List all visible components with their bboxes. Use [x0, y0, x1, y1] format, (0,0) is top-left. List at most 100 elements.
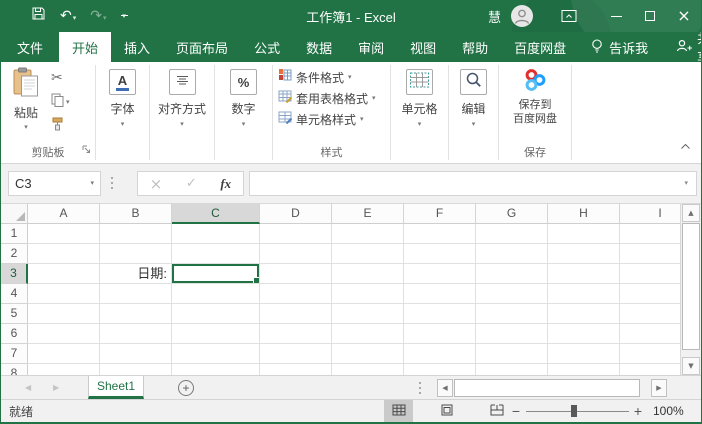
column-header-H[interactable]: H [548, 204, 620, 224]
row-header-7[interactable]: 7 [1, 344, 28, 364]
cell-H1[interactable] [548, 224, 620, 244]
cell-C1[interactable] [172, 224, 260, 244]
tab-help[interactable]: 帮助 [449, 32, 501, 62]
column-header-A[interactable]: A [28, 204, 100, 224]
vertical-scrollbar-thumb[interactable] [682, 223, 700, 350]
scroll-up-icon[interactable]: ▲ [682, 204, 700, 222]
zoom-slider-track[interactable] [526, 411, 629, 412]
font-group-button[interactable]: A 字体 ▾ [96, 62, 149, 163]
tab-review[interactable]: 审阅 [345, 32, 397, 62]
normal-view-button[interactable] [384, 400, 413, 422]
tell-me-box[interactable]: 告诉我 [579, 32, 660, 62]
cell-D8[interactable] [260, 364, 332, 375]
tab-view[interactable]: 视图 [397, 32, 449, 62]
cell-B6[interactable] [100, 324, 172, 344]
sheet-nav-left-icon[interactable]: ◀ [25, 376, 31, 399]
number-group-button[interactable]: % 数字 ▾ [215, 62, 272, 163]
zoom-out-button[interactable]: − [509, 400, 523, 422]
cell-G6[interactable] [476, 324, 548, 344]
cell-G4[interactable] [476, 284, 548, 304]
alignment-group-button[interactable]: 对齐方式 ▾ [150, 62, 214, 163]
cell-E6[interactable] [332, 324, 404, 344]
cell-D3[interactable] [260, 264, 332, 284]
cell-H2[interactable] [548, 244, 620, 264]
cell-F6[interactable] [404, 324, 476, 344]
scroll-right-icon[interactable]: ▶ [651, 379, 667, 397]
cell-F4[interactable] [404, 284, 476, 304]
cell-F3[interactable] [404, 264, 476, 284]
cell-H3[interactable] [548, 264, 620, 284]
cell-H6[interactable] [548, 324, 620, 344]
minimize-button[interactable] [599, 0, 633, 32]
format-as-table-button[interactable]: 套用表格格式 ▾ [273, 88, 390, 109]
cell-D1[interactable] [260, 224, 332, 244]
name-box[interactable]: C3 ▾ [8, 171, 101, 196]
tab-home[interactable]: 开始 [59, 32, 111, 62]
cell-C2[interactable] [172, 244, 260, 264]
tab-data[interactable]: 数据 [293, 32, 345, 62]
clipboard-dialog-launcher-icon[interactable] [82, 141, 91, 159]
redo-button[interactable]: ↷▾ [90, 7, 106, 25]
cell-F8[interactable] [404, 364, 476, 375]
cell-H8[interactable] [548, 364, 620, 375]
cell-D5[interactable] [260, 304, 332, 324]
cell-E3[interactable] [332, 264, 404, 284]
cell-A1[interactable] [28, 224, 100, 244]
cell-C5[interactable] [172, 304, 260, 324]
cell-G3[interactable] [476, 264, 548, 284]
close-button[interactable]: × [667, 0, 701, 32]
cell-D7[interactable] [260, 344, 332, 364]
scroll-down-icon[interactable]: ▼ [682, 357, 700, 375]
copy-button[interactable]: ▾ [51, 92, 70, 112]
tab-baidu-netdisk[interactable]: 百度网盘 [501, 32, 579, 62]
cell-G2[interactable] [476, 244, 548, 264]
cell-H4[interactable] [548, 284, 620, 304]
column-header-G[interactable]: G [476, 204, 548, 224]
cell-styles-button[interactable]: 单元格样式 ▾ [273, 109, 390, 130]
share-button[interactable]: 共享 [660, 32, 702, 62]
row-header-5[interactable]: 5 [1, 304, 28, 324]
cell-A7[interactable] [28, 344, 100, 364]
row-header-8[interactable]: 8 [1, 364, 28, 375]
cell-D6[interactable] [260, 324, 332, 344]
cell-B2[interactable] [100, 244, 172, 264]
tab-file[interactable]: 文件 [1, 32, 59, 62]
formula-bar-drag-handle[interactable] [111, 177, 113, 190]
row-header-6[interactable]: 6 [1, 324, 28, 344]
page-layout-view-button[interactable] [432, 400, 461, 422]
cell-D2[interactable] [260, 244, 332, 264]
formula-bar-input[interactable]: ▾ [249, 171, 697, 196]
avatar[interactable] [511, 5, 533, 27]
sheet-nav-right-icon[interactable]: ▶ [53, 376, 59, 399]
cut-button[interactable]: ✂ [51, 68, 70, 88]
cell-E8[interactable] [332, 364, 404, 375]
zoom-level[interactable]: 100% [653, 400, 684, 422]
cell-A4[interactable] [28, 284, 100, 304]
row-header-3[interactable]: 3 [1, 264, 28, 284]
cell-B4[interactable] [100, 284, 172, 304]
column-header-F[interactable]: F [404, 204, 476, 224]
row-header-4[interactable]: 4 [1, 284, 28, 304]
scroll-left-icon[interactable]: ◀ [437, 379, 453, 397]
customize-qat-button[interactable]: ▾ [121, 15, 128, 17]
save-icon[interactable] [31, 6, 46, 26]
ribbon-display-options-icon[interactable] [561, 9, 577, 23]
save-to-baidu-button[interactable]: 保存到百度网盘 [499, 67, 571, 127]
cell-F1[interactable] [404, 224, 476, 244]
cell-C7[interactable] [172, 344, 260, 364]
column-header-D[interactable]: D [260, 204, 332, 224]
vertical-scrollbar[interactable]: ▲ ▼ [680, 204, 701, 375]
maximize-button[interactable] [633, 0, 667, 32]
cell-B5[interactable] [100, 304, 172, 324]
undo-caret-icon[interactable]: ▾ [73, 15, 77, 22]
cell-E4[interactable] [332, 284, 404, 304]
cell-E1[interactable] [332, 224, 404, 244]
editing-group-button[interactable]: 编辑 ▾ [449, 62, 498, 163]
sheet-bar-splitter[interactable] [419, 382, 421, 395]
cell-B7[interactable] [100, 344, 172, 364]
column-header-B[interactable]: B [100, 204, 172, 224]
cell-E5[interactable] [332, 304, 404, 324]
cell-G5[interactable] [476, 304, 548, 324]
format-painter-button[interactable] [51, 116, 70, 136]
cell-F2[interactable] [404, 244, 476, 264]
